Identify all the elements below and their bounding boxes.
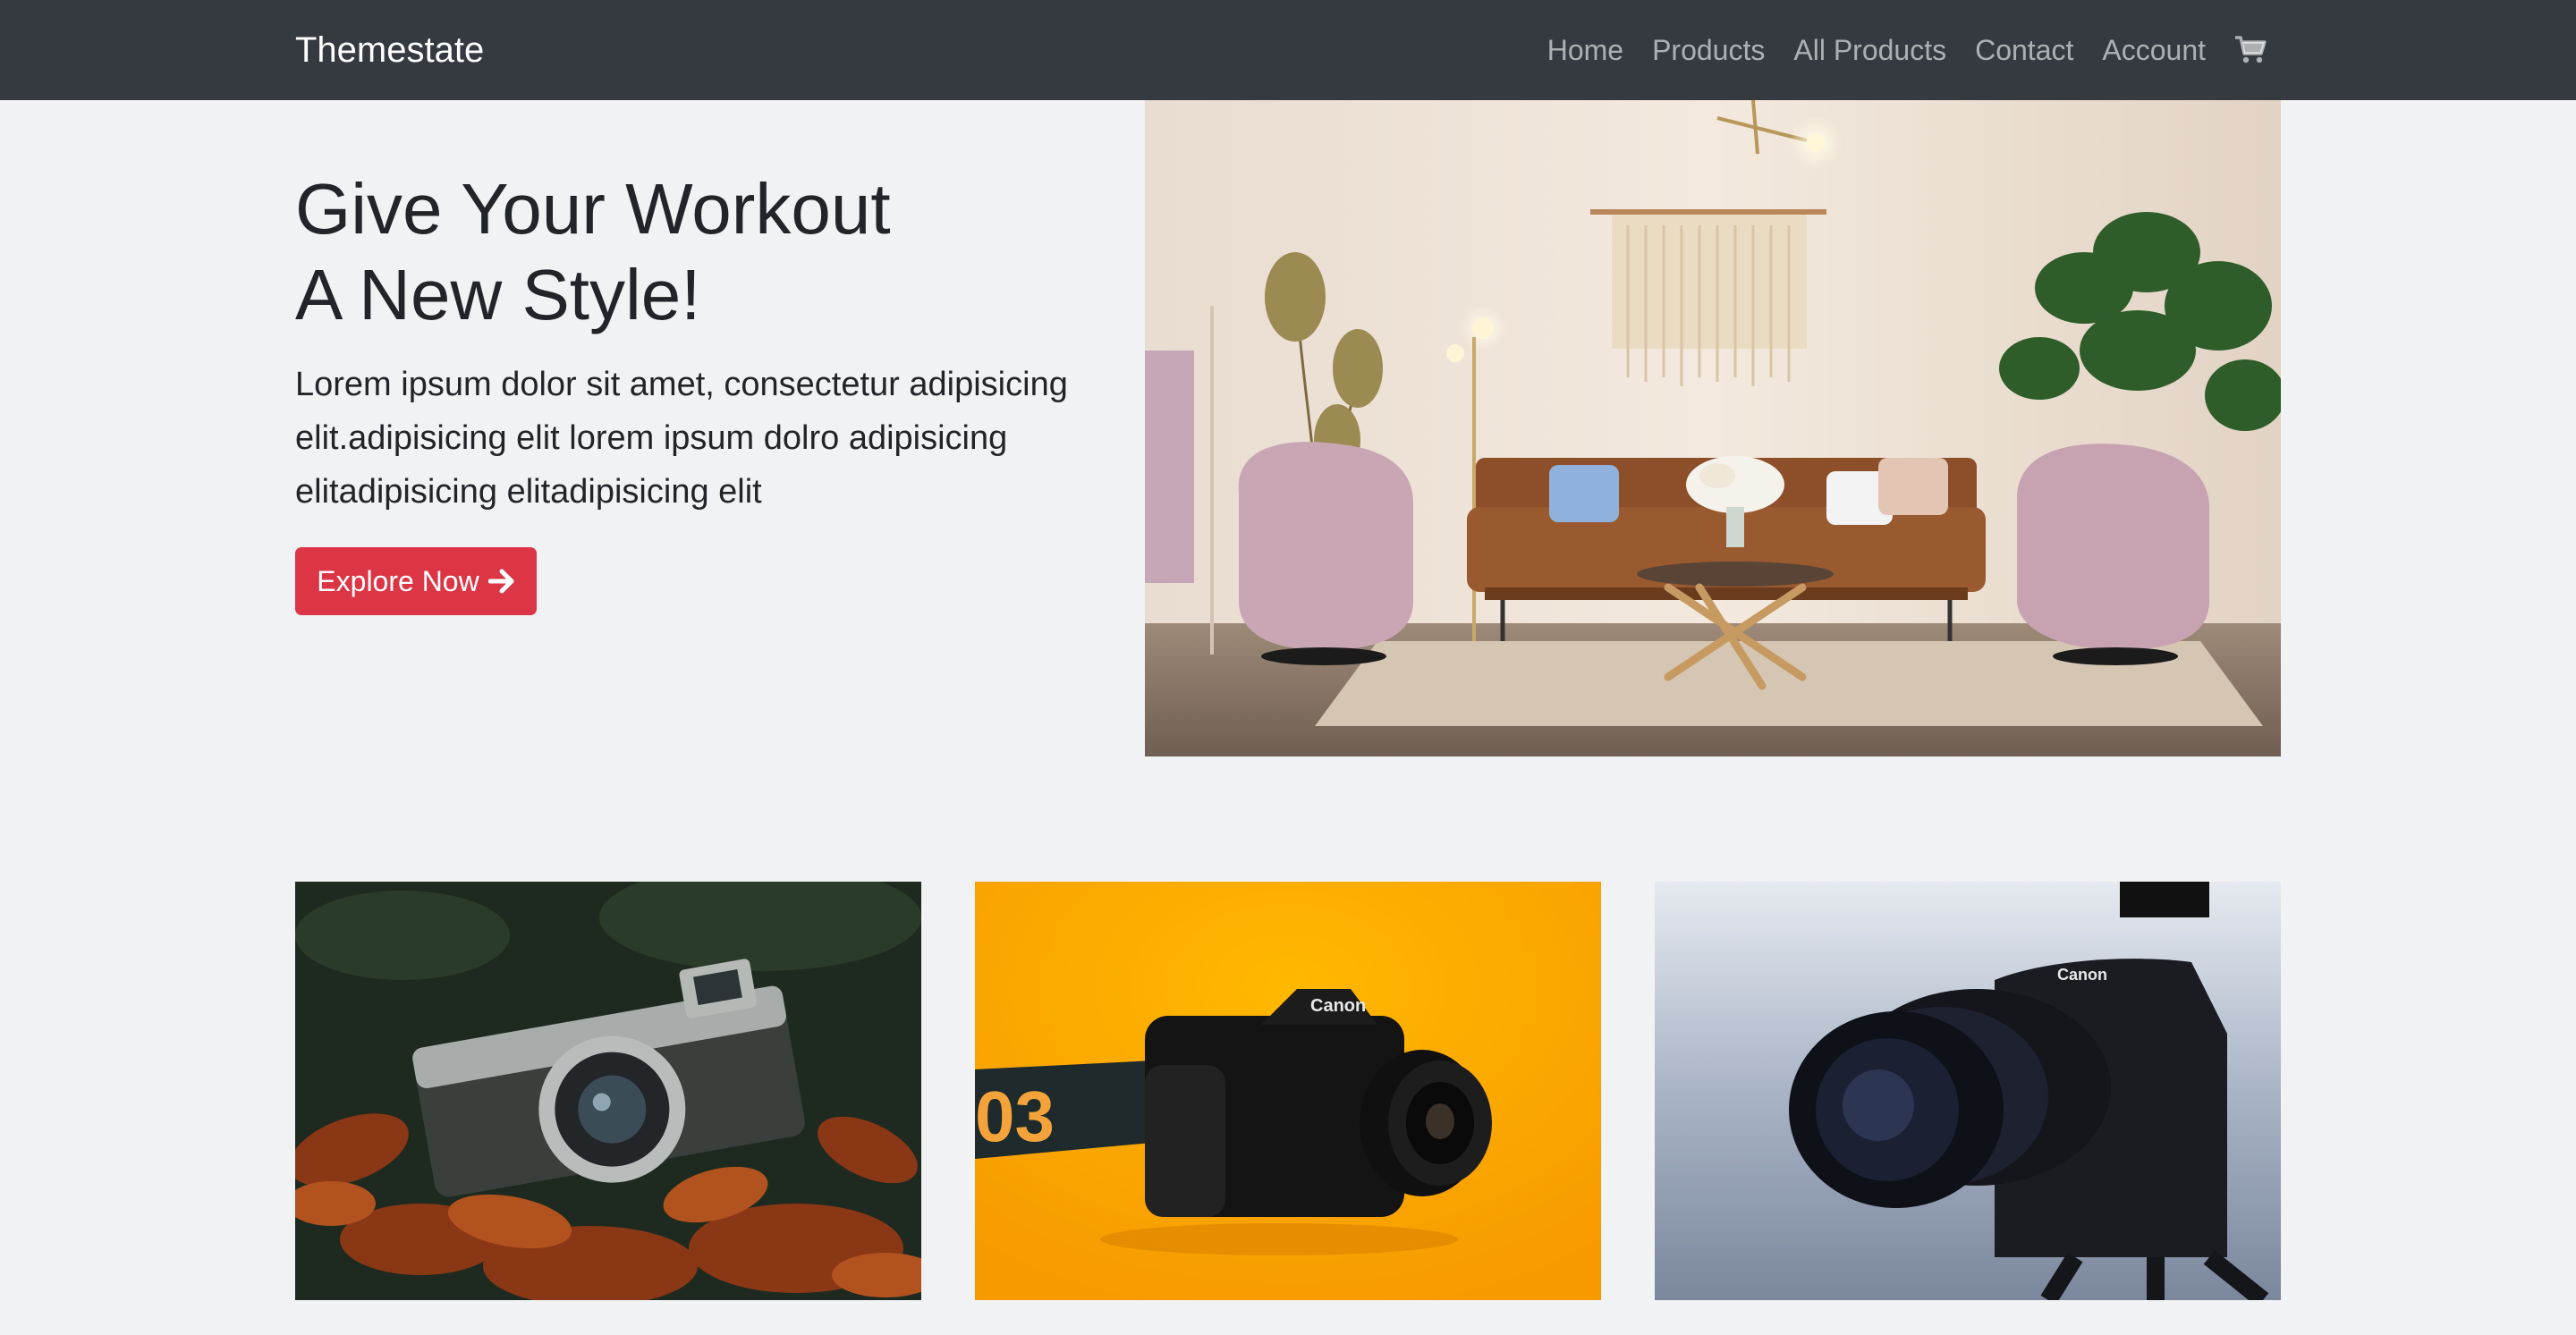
vintage-camera-on-leaves-photo (295, 882, 921, 1300)
explore-now-button[interactable]: Explore Now (295, 547, 537, 615)
canon-camera-yellow-background-photo: 03 Canon (975, 882, 1601, 1300)
hero-title-line-2: A New Style! (295, 255, 701, 334)
canon-camera-on-tripod-photo: Canon (1655, 882, 2281, 1300)
hero-description: Lorem ipsum dolor sit amet, consectetur … (295, 366, 1068, 511)
nav-link-account[interactable]: Account (2088, 27, 2220, 73)
living-room-photo (1145, 100, 2281, 756)
nav-link-products[interactable]: Products (1638, 27, 1779, 73)
explore-now-label: Explore Now (317, 564, 479, 597)
hero-title: Give Your Workout A New Style! (295, 166, 1100, 338)
nav-link-contact[interactable]: Contact (1961, 27, 2088, 73)
brand-logo[interactable]: Themestate (295, 27, 484, 73)
cart-button[interactable] (2220, 27, 2281, 73)
nav-link-all-products[interactable]: All Products (1779, 27, 1961, 73)
arrow-right-icon (487, 569, 514, 594)
svg-text:03: 03 (975, 1077, 1055, 1156)
hero-title-line-1: Give Your Workout (295, 169, 891, 249)
svg-text:Canon: Canon (2057, 966, 2107, 984)
nav-link-home[interactable]: Home (1533, 27, 1638, 73)
shopping-cart-icon (2235, 36, 2267, 63)
svg-text:Canon: Canon (1310, 996, 1366, 1016)
nav-links: Home Products All Products Contact Accou… (1533, 27, 2281, 73)
navbar: Themestate Home Products All Products Co… (0, 0, 2576, 100)
